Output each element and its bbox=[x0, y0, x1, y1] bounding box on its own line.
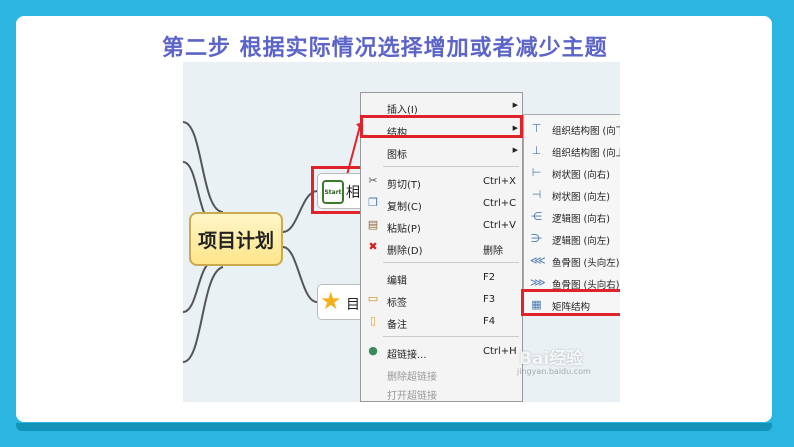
menu-item-icons[interactable]: 图标 ▶ bbox=[361, 141, 524, 163]
menu-item-note[interactable]: ▯ 备注 F4 bbox=[361, 311, 524, 333]
root-topic[interactable]: 项目计划 bbox=[189, 212, 283, 266]
submenu-item-org-up[interactable]: ⊥组织结构图 (向上) bbox=[524, 140, 620, 162]
screenshot-area: 项目计划 Start 相关 ★ 目标 插入(I)▶ 结构▶ 图标▶ ✂剪切(T)… bbox=[183, 62, 620, 402]
menu-item-label[interactable]: ▭ 标签 F3 bbox=[361, 289, 524, 311]
tree-right-icon: ⊢ bbox=[531, 166, 542, 179]
menu-item-delete[interactable]: ✖ 删除(D) 删除 bbox=[361, 237, 524, 259]
submenu-item-tree-right[interactable]: ⊢ 树状图 (向右) bbox=[524, 162, 620, 184]
root-topic-label: 项目计划 bbox=[197, 229, 274, 252]
context-menu: 插入(I) ▶ 结构 ▶ 图标 ▶ ✂ 剪切(T) Ctrl+X ❐ 复制(C) Ctrl+C… bbox=[360, 92, 523, 402]
slide-title: 第二步 根据实际情况选择增加或者减少主题 bbox=[162, 36, 608, 61]
label-icon: ▭ bbox=[367, 292, 379, 305]
paste-icon: ▤ bbox=[367, 218, 379, 231]
delete-icon: ✖ bbox=[368, 240, 378, 253]
org-chart-up-icon: ⊥ bbox=[531, 144, 542, 157]
menu-separator bbox=[383, 336, 519, 337]
topic-node-goal[interactable]: ★ 目标 bbox=[317, 284, 374, 320]
menu-item-hyperlink[interactable]: ● 超链接... Ctrl+H bbox=[361, 341, 524, 363]
structure-submenu: ⊤组织结构图 (向下) ⊥组织结构图 (向上) ⊢树状图 (向右) ⊣树状图 (… bbox=[523, 114, 620, 314]
slide-bottom-bar bbox=[16, 423, 772, 431]
menu-item-cut[interactable]: ✂ 剪切(T) Ctrl+X bbox=[361, 171, 524, 193]
watermark: Bai经验 bbox=[519, 349, 584, 369]
menu-item-copy[interactable]: ❐ 复制(C) Ctrl+C bbox=[361, 193, 524, 215]
submenu-item-logic-left[interactable]: ⋺ 逻辑图 (向左) bbox=[524, 228, 620, 250]
logic-right-icon: ⋲ bbox=[531, 210, 542, 223]
menu-separator bbox=[383, 166, 519, 167]
submenu-item-logic-right[interactable]: ⋲ 逻辑图 (向右) bbox=[524, 206, 620, 228]
submenu-item-fishbone-left[interactable]: ⋘ 鱼骨图 (头向左) bbox=[524, 250, 620, 272]
menu-separator bbox=[383, 262, 519, 263]
fishbone-right-icon: ⋙ bbox=[530, 276, 546, 289]
org-chart-down-icon: ⊤ bbox=[531, 122, 542, 135]
submenu-highlight-box bbox=[521, 289, 620, 316]
menu-item-edit[interactable]: 编辑 F2 bbox=[361, 267, 524, 289]
menu-highlight-box bbox=[360, 115, 523, 138]
menu-item-paste[interactable]: ▤ 粘贴(P) Ctrl+V bbox=[361, 215, 524, 237]
scissors-icon: ✂ bbox=[368, 174, 378, 187]
submenu-arrow-icon: ▶ bbox=[512, 101, 518, 109]
submenu-item-tree-left[interactable]: ⊣ 树状图 (向左) bbox=[524, 184, 620, 206]
note-icon: ▯ bbox=[369, 314, 377, 327]
submenu-item-org-down[interactable]: ⊤组织结构图 (向下) bbox=[524, 118, 620, 140]
tree-left-icon: ⊣ bbox=[531, 188, 542, 201]
logic-left-icon: ⋺ bbox=[531, 232, 542, 245]
copy-icon: ❐ bbox=[368, 196, 378, 209]
globe-icon: ● bbox=[368, 344, 378, 357]
fishbone-left-icon: ⋘ bbox=[530, 254, 546, 267]
menu-item-open-hyperlink[interactable]: 打开超链接 bbox=[361, 382, 524, 402]
star-icon: ★ bbox=[320, 287, 342, 315]
watermark-url: jingyan.baidu.com bbox=[517, 367, 591, 376]
submenu-arrow-icon: ▶ bbox=[512, 146, 518, 154]
